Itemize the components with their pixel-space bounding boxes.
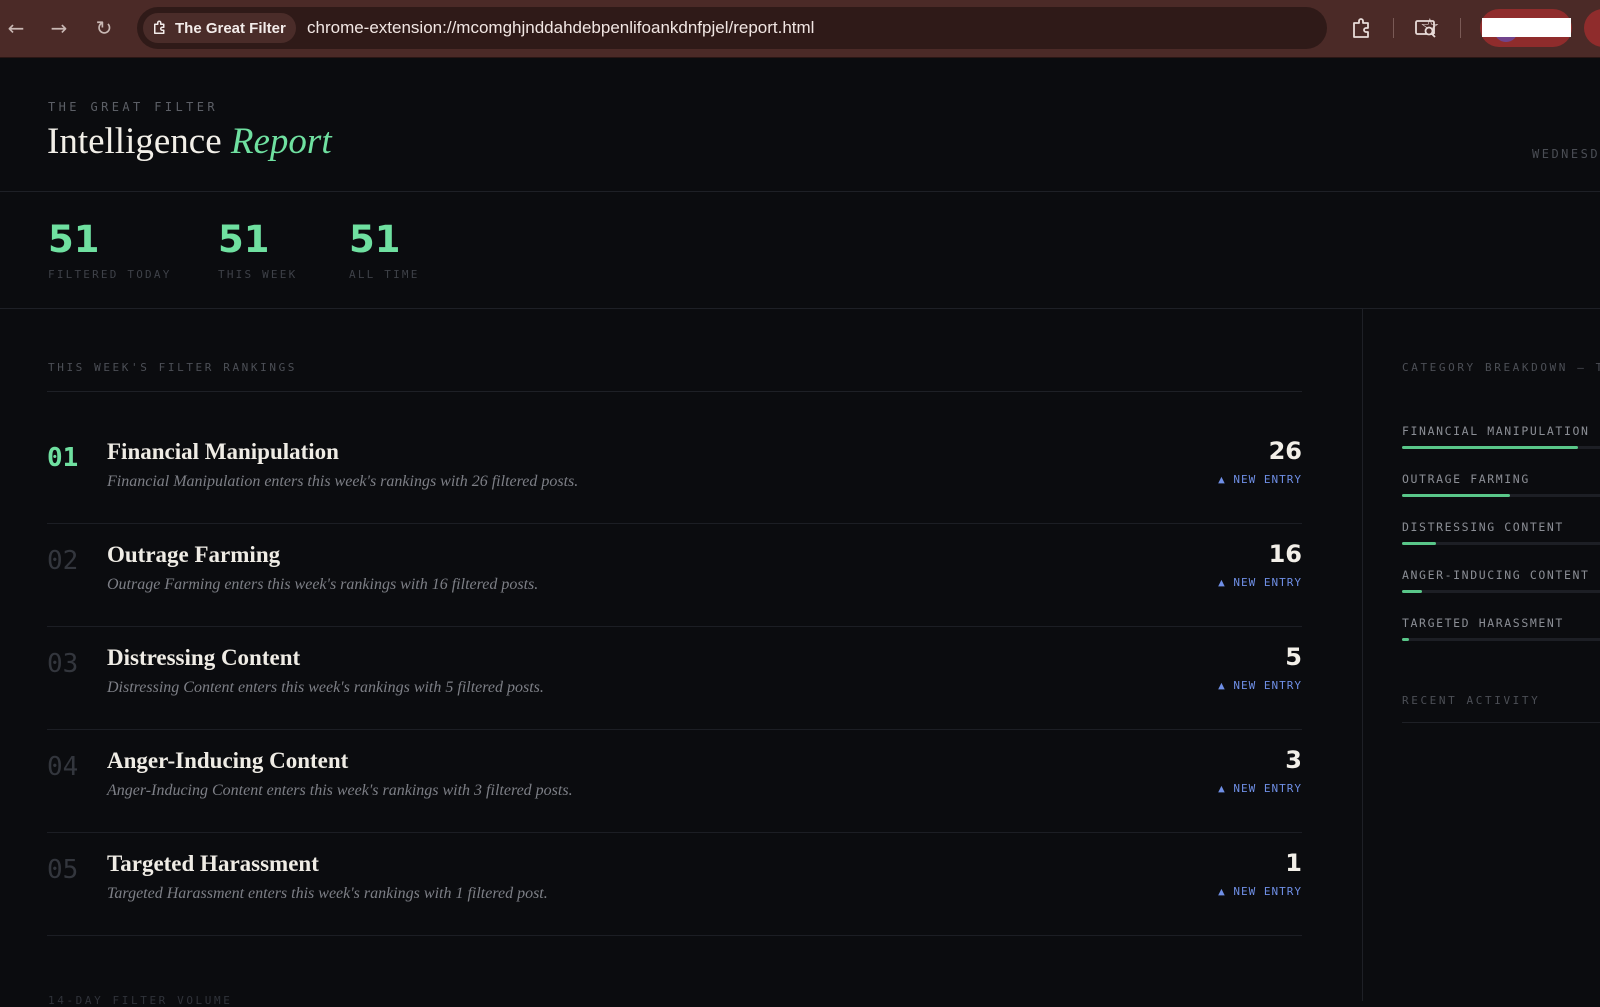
category-name: Outrage Farming xyxy=(107,542,281,567)
breakdown-label: TARGETED HARASSMENT xyxy=(1402,616,1564,630)
ranking-row[interactable]: 03 Distressing Content Distressing Conte… xyxy=(47,627,1302,730)
back-arrow-icon[interactable]: ← xyxy=(2,14,30,42)
stat-all-time: 51 ALL TIME xyxy=(349,218,420,281)
toolbar-divider xyxy=(1460,18,1461,38)
stat-this-week: 51 THIS WEEK xyxy=(218,218,297,281)
new-entry-badge: ▲ NEW ENTRY xyxy=(1218,576,1302,589)
profile-button[interactable] xyxy=(1480,9,1572,47)
recent-activity-rule xyxy=(1402,722,1600,723)
breakdown-item: OUTRAGE FARMING xyxy=(1402,472,1600,497)
redacted-profile-name xyxy=(1482,18,1571,37)
reload-icon[interactable]: ↻ xyxy=(90,14,118,42)
toolbar-divider xyxy=(1393,18,1394,38)
breakdown-bar xyxy=(1402,542,1436,545)
browser-toolbar: ← → ↻ The Great Filter chrome-extension:… xyxy=(0,0,1600,58)
breakdown-item: FINANCIAL MANIPULATION xyxy=(1402,424,1600,449)
tab-search-icon[interactable] xyxy=(1414,16,1438,40)
title-main: Intelligence xyxy=(47,121,222,162)
rank-number: 01 xyxy=(47,443,79,473)
breakdown-track xyxy=(1402,542,1600,545)
address-bar[interactable]: The Great Filter chrome-extension://mcom… xyxy=(137,7,1440,49)
breakdown-track xyxy=(1402,494,1600,497)
filtered-count: 1 xyxy=(1285,849,1302,877)
stat-value: 51 xyxy=(218,218,270,261)
breakdown-track xyxy=(1402,446,1600,449)
rankings-section-label: THIS WEEK'S FILTER RANKINGS xyxy=(48,361,298,374)
extensions-puzzle-icon[interactable] xyxy=(1350,16,1374,40)
stat-value: 51 xyxy=(48,218,100,261)
category-description: Distressing Content enters this week's r… xyxy=(107,679,544,696)
breakdown-label: OUTRAGE FARMING xyxy=(1402,472,1530,486)
breakdown-section-label: CATEGORY BREAKDOWN — TH xyxy=(1402,361,1600,374)
category-description: Anger-Inducing Content enters this week'… xyxy=(107,782,573,799)
category-name: Targeted Harassment xyxy=(107,851,319,876)
stat-label: ALL TIME xyxy=(349,268,420,281)
breakdown-track xyxy=(1402,590,1600,593)
rank-number: 04 xyxy=(47,752,79,782)
new-entry-badge: ▲ NEW ENTRY xyxy=(1218,885,1302,898)
category-description: Outrage Farming enters this week's ranki… xyxy=(107,576,539,593)
recent-activity-label: RECENT ACTIVITY xyxy=(1402,694,1541,707)
filtered-count: 5 xyxy=(1285,643,1302,671)
category-description: Financial Manipulation enters this week'… xyxy=(107,473,579,490)
new-entry-badge: ▲ NEW ENTRY xyxy=(1218,782,1302,795)
category-name: Anger-Inducing Content xyxy=(107,748,349,773)
breakdown-bar xyxy=(1402,446,1579,449)
row-divider xyxy=(47,935,1302,936)
rankings-header-rule xyxy=(47,391,1302,392)
category-description: Targeted Harassment enters this week's r… xyxy=(107,885,548,902)
breakdown-label: DISTRESSING CONTENT xyxy=(1402,520,1564,534)
forward-arrow-icon[interactable]: → xyxy=(45,14,73,42)
title-accent: Report xyxy=(230,121,332,162)
stat-label: THIS WEEK xyxy=(218,268,298,281)
breakdown-bar xyxy=(1402,590,1423,593)
breakdown-track xyxy=(1402,638,1600,641)
ranking-row[interactable]: 02 Outrage Farming Outrage Farming enter… xyxy=(47,524,1302,627)
ranking-row[interactable]: 05 Targeted Harassment Targeted Harassme… xyxy=(47,833,1302,936)
page-title: Intelligence Report xyxy=(47,120,332,163)
rank-number: 05 xyxy=(47,855,79,885)
column-divider xyxy=(1362,308,1363,1001)
site-chip-label: The Great Filter xyxy=(175,19,286,37)
rank-number: 02 xyxy=(47,546,79,576)
breakdown-item: TARGETED HARASSMENT xyxy=(1402,616,1600,641)
filtered-count: 26 xyxy=(1268,437,1302,465)
stat-value: 51 xyxy=(349,218,401,261)
date-label: WEDNESDA xyxy=(1532,147,1600,161)
ranking-row[interactable]: 04 Anger-Inducing Content Anger-Inducing… xyxy=(47,730,1302,833)
breakdown-item: DISTRESSING CONTENT xyxy=(1402,520,1600,545)
filtered-count: 16 xyxy=(1268,540,1302,568)
breakdown-bar xyxy=(1402,638,1410,641)
extension-puzzle-icon xyxy=(154,20,165,34)
rank-number: 03 xyxy=(47,649,79,679)
breakdown-item: ANGER-INDUCING CONTENT xyxy=(1402,568,1600,593)
url-text[interactable]: chrome-extension://mcomghjnddahdebpenlif… xyxy=(307,18,814,38)
ranking-row[interactable]: 01 Financial Manipulation Financial Mani… xyxy=(47,421,1302,524)
category-name: Financial Manipulation xyxy=(107,439,339,464)
new-entry-badge: ▲ NEW ENTRY xyxy=(1218,473,1302,486)
new-entry-badge: ▲ NEW ENTRY xyxy=(1218,679,1302,692)
stat-label: FILTERED TODAY xyxy=(48,268,172,281)
brand-eyebrow: THE GREAT FILTER xyxy=(48,100,218,114)
category-name: Distressing Content xyxy=(107,645,301,670)
breakdown-bar xyxy=(1402,494,1511,497)
stats-divider xyxy=(0,308,1600,309)
breakdown-label: ANGER-INDUCING CONTENT xyxy=(1402,568,1590,582)
filtered-count: 3 xyxy=(1285,746,1302,774)
browser-menu-button[interactable] xyxy=(1584,9,1600,47)
breakdown-label: FINANCIAL MANIPULATION xyxy=(1402,424,1590,438)
header-divider xyxy=(0,191,1600,192)
site-info-chip[interactable]: The Great Filter xyxy=(143,13,296,43)
stat-filtered-today: 51 FILTERED TODAY xyxy=(48,218,172,281)
